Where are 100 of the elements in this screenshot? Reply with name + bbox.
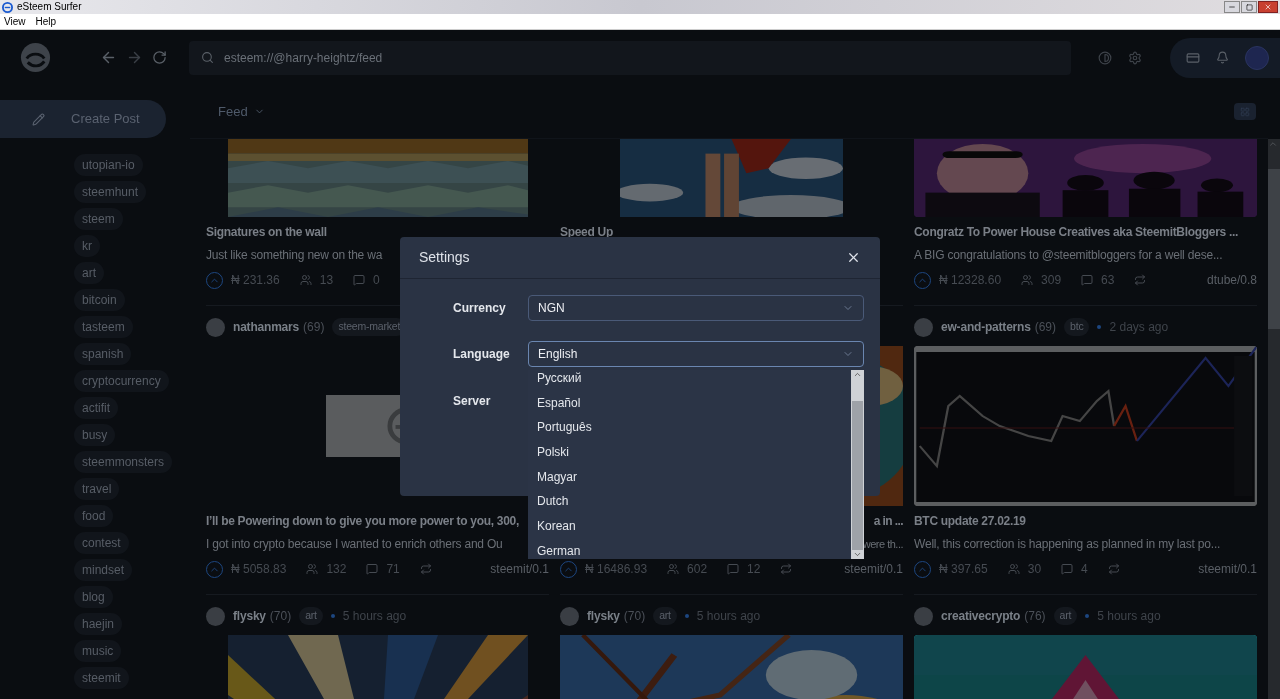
app-version: steemit/0.1	[844, 561, 903, 578]
comment-icon	[353, 274, 366, 286]
language-option[interactable]: Español	[528, 390, 851, 416]
list-scrollbar[interactable]	[851, 370, 864, 559]
comment-count: 4	[1081, 561, 1088, 578]
bell-icon[interactable]	[1216, 51, 1229, 64]
voters-icon	[1007, 563, 1020, 575]
tag-chip[interactable]: kr	[74, 235, 100, 257]
view-toggle-button[interactable]	[1234, 103, 1256, 120]
tag-chip[interactable]: spanish	[74, 343, 132, 365]
reputation: (70)	[269, 608, 292, 625]
close-button[interactable]	[1258, 1, 1278, 13]
close-icon[interactable]	[846, 250, 861, 265]
reputation: (76)	[1024, 608, 1046, 625]
grid-icon	[1240, 106, 1250, 117]
avatar[interactable]	[560, 606, 579, 626]
author-name[interactable]: nathanmars	[233, 318, 300, 336]
feed-filter-dropdown[interactable]: Feed	[218, 101, 265, 122]
back-button[interactable]	[100, 49, 117, 66]
post-title[interactable]: I’ll be Powering down to give you more power to you, 300,	[206, 515, 519, 527]
post-title[interactable]: Congratz To Power House Creatives aka SteemitBloggers ...	[914, 226, 1239, 238]
language-option[interactable]: Русский	[528, 366, 851, 391]
tag-chip[interactable]: art	[1053, 607, 1078, 625]
scroll-up-icon[interactable]	[1268, 139, 1278, 149]
language-select[interactable]: English	[528, 341, 864, 367]
menu-item[interactable]: View	[4, 16, 26, 27]
scrollbar[interactable]	[1268, 139, 1280, 699]
post-summary: A BIG congratulations to @steemitbloggers for a well dese...	[914, 247, 1223, 264]
avatar[interactable]	[206, 317, 225, 337]
reload-button[interactable]	[152, 50, 167, 65]
scroll-down-icon[interactable]	[853, 550, 862, 559]
reblog-icon[interactable]	[1107, 563, 1120, 575]
post-title[interactable]: Signatures on the wall	[206, 226, 327, 238]
tag-chip[interactable]: steemhunt	[74, 181, 147, 203]
payout-amount: ₦ 12328.60	[939, 272, 1002, 289]
post-time: 5 hours ago	[1097, 608, 1161, 625]
language-option[interactable]: Polski	[528, 440, 851, 465]
tag-chip[interactable]: contest	[74, 532, 129, 554]
tag-chip[interactable]: busy	[74, 424, 116, 446]
payout-amount: ₦ 16486.93	[585, 561, 648, 578]
comment-count: 63	[1101, 272, 1115, 289]
tag-chip[interactable]: travel	[74, 478, 120, 500]
forward-button[interactable]	[126, 49, 143, 66]
tag-chip[interactable]: cryptocurrency	[74, 370, 169, 392]
tag-chip[interactable]: bitcoin	[74, 289, 125, 311]
language-option[interactable]: Magyar	[528, 464, 851, 490]
tag-chip[interactable]: haejin	[74, 613, 123, 635]
tag-chip[interactable]: blog	[74, 586, 113, 608]
tag-chip[interactable]: tasteem	[74, 316, 133, 338]
language-option[interactable]: German	[528, 538, 851, 564]
author-name[interactable]: creativecrypto	[941, 607, 1021, 625]
language-option[interactable]: Português	[528, 415, 851, 441]
avatar[interactable]	[914, 317, 933, 337]
voter-count: 30	[1027, 561, 1042, 578]
tag-chip[interactable]: art	[74, 262, 104, 284]
author-name[interactable]: flysky	[233, 607, 266, 625]
reputation: (70)	[623, 608, 646, 625]
post-title[interactable]: Speed Up	[560, 226, 613, 238]
app-version: steemit/0.1	[490, 561, 549, 578]
author-name[interactable]: flysky	[587, 607, 620, 625]
theme-icon[interactable]	[1098, 50, 1112, 65]
tag-chip[interactable]: music	[74, 640, 122, 662]
avatar[interactable]	[1245, 45, 1269, 70]
create-post-button[interactable]: Create Post	[0, 100, 166, 138]
maximize-button[interactable]	[1241, 1, 1257, 13]
post-summary: Well, this correction is happening as planned in my last po...	[914, 536, 1221, 553]
menu-item[interactable]: Help	[35, 16, 57, 27]
maximize-icon	[1245, 3, 1253, 11]
wallet-icon[interactable]	[1186, 50, 1200, 65]
address-bar[interactable]: esteem://@harry-heightz/feed	[189, 40, 1071, 75]
tag-chip[interactable]: art	[299, 607, 323, 625]
voters-icon	[667, 563, 680, 575]
post-title[interactable]: BTC update 27.02.19	[914, 515, 1026, 527]
tag-chip[interactable]: utopian-io	[74, 154, 143, 176]
post-title[interactable]: a in ...	[873, 515, 903, 527]
reblog-icon[interactable]	[780, 563, 793, 575]
currency-select[interactable]: NGN	[528, 295, 864, 321]
reblog-icon[interactable]	[419, 563, 432, 575]
language-option[interactable]: Dutch	[528, 489, 851, 515]
scroll-up-icon[interactable]	[853, 370, 862, 379]
payout-amount: ₦ 397.65	[939, 561, 988, 578]
author-name[interactable]: ew-and-patterns	[941, 318, 1031, 336]
post-summary: I got into crypto because I wanted to enrich others and Ou	[206, 536, 503, 553]
settings-icon[interactable]	[1128, 50, 1142, 65]
search-icon	[201, 51, 214, 64]
minimize-button[interactable]	[1224, 1, 1240, 13]
tag-chip[interactable]: food	[74, 505, 114, 527]
tag-chip[interactable]: steemmonsters	[74, 451, 173, 473]
comment-count: 0	[373, 272, 380, 289]
language-option[interactable]: Korean	[528, 514, 851, 539]
tag-chip[interactable]: steemit	[74, 667, 129, 689]
avatar[interactable]	[206, 606, 225, 626]
tag-chip[interactable]: actifit	[74, 397, 118, 419]
tag-chip[interactable]: mindset	[74, 559, 133, 581]
field-label: Server	[453, 393, 492, 410]
tag-chip[interactable]: btc	[1064, 318, 1090, 336]
reblog-icon[interactable]	[1134, 274, 1147, 286]
avatar[interactable]	[914, 606, 933, 626]
tag-chip[interactable]: art	[653, 607, 677, 625]
tag-chip[interactable]: steem	[74, 208, 123, 230]
